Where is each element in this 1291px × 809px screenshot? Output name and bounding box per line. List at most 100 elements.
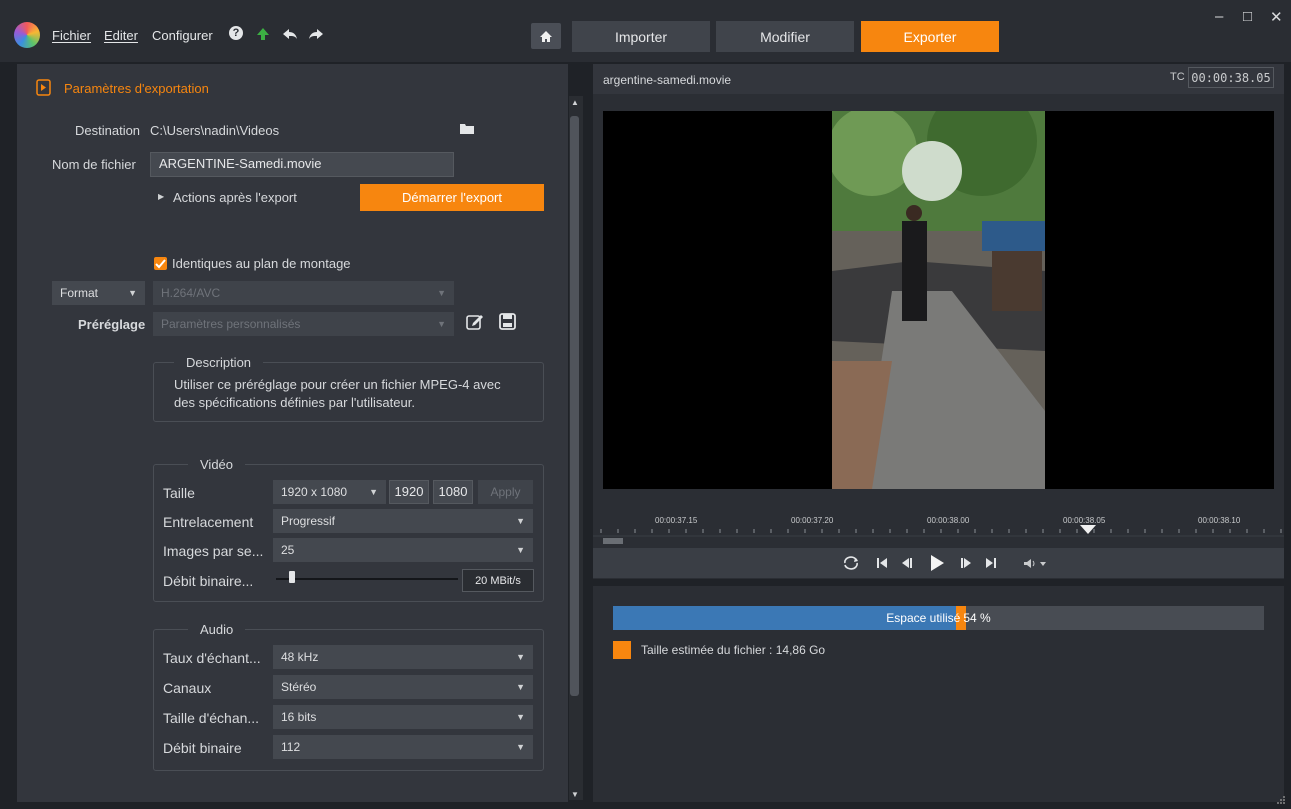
home-icon (540, 30, 552, 42)
channels-value: Stéréo (281, 680, 317, 694)
upload-arrow-icon[interactable] (256, 27, 270, 41)
playhead-marker-icon[interactable] (1080, 525, 1096, 534)
folder-icon[interactable] (460, 123, 474, 134)
filename-input[interactable]: ARGENTINE-Samedi.movie (150, 152, 454, 177)
app-logo-icon[interactable] (14, 22, 40, 48)
tab-exporter[interactable]: Exporter (861, 21, 999, 52)
go-to-end-icon[interactable] (985, 557, 997, 569)
format-label: Format (60, 286, 99, 300)
go-to-start-icon[interactable] (876, 557, 888, 569)
volume-icon[interactable] (1023, 558, 1047, 569)
description-text-2: des spécifications définies par l'utilis… (174, 395, 415, 410)
video-size-label: Taille (163, 485, 195, 501)
timeline-tick-label: 00:00:38.05 (1063, 516, 1106, 525)
codec-value: H.264/AVC (161, 286, 221, 300)
timeline-tick-label: 00:00:38.00 (927, 516, 970, 525)
estimate-legend-swatch (613, 641, 631, 659)
timeline-tick-label: 00:00:37.20 (791, 516, 834, 525)
chevron-down-icon: ▼ (516, 545, 525, 555)
video-bitrate-label: Débit binaire... (163, 573, 254, 589)
samplesize-dropdown[interactable]: 16 bits ▼ (273, 705, 533, 729)
apply-button[interactable]: Apply (478, 480, 533, 504)
start-export-button[interactable]: Démarrer l'export (360, 184, 544, 211)
chevron-down-icon: ▼ (516, 682, 525, 692)
samplerate-label: Taux d'échant... (163, 650, 261, 666)
audio-bitrate-dropdown[interactable]: 112 ▼ (273, 735, 533, 759)
home-button[interactable] (531, 23, 561, 49)
export-file-icon (36, 79, 51, 96)
menu-fichier[interactable]: Fichier (52, 28, 91, 43)
resize-grip-icon[interactable] (1276, 795, 1286, 805)
save-preset-icon[interactable] (499, 313, 516, 330)
audio-bitrate-label: Débit binaire (163, 740, 242, 756)
chevron-down-icon: ▼ (437, 288, 446, 298)
fps-value: 25 (281, 543, 295, 557)
destination-value: C:\Users\nadin\Videos (150, 123, 280, 138)
in-out-range-marker[interactable] (603, 538, 623, 544)
minimize-button[interactable]: – (1215, 8, 1223, 25)
timecode-field[interactable]: 00:00:38.05 (1188, 67, 1274, 88)
tab-importer[interactable]: Importer (572, 21, 710, 52)
estimated-size-label: Taille estimée du fichier : 14,86 Go (641, 643, 826, 657)
preset-dropdown[interactable]: Paramètres personnalisés ▼ (153, 312, 454, 336)
chevron-down-icon: ▼ (516, 516, 525, 526)
video-width-input[interactable]: 1920 (389, 480, 429, 504)
bitrate-slider-thumb[interactable] (289, 571, 295, 583)
chevron-down-icon: ▼ (128, 288, 137, 298)
fps-label: Images par se... (163, 543, 264, 559)
description-text-1: Utiliser ce préréglage pour créer un fic… (174, 377, 501, 392)
description-groupbox (153, 362, 544, 422)
video-height-input[interactable]: 1080 (433, 480, 473, 504)
preset-value: Paramètres personnalisés (161, 317, 301, 331)
storage-bar-label: Espace utilisé 54 % (613, 606, 1264, 630)
play-icon[interactable] (928, 554, 946, 572)
channels-label: Canaux (163, 680, 212, 696)
channels-dropdown[interactable]: Stéréo ▼ (273, 675, 533, 699)
close-button[interactable]: ✕ (1270, 8, 1283, 26)
next-frame-icon[interactable] (961, 557, 973, 569)
same-as-timeline-label: Identiques au plan de montage (172, 256, 351, 271)
expand-arrow-icon[interactable]: ▶ (158, 192, 164, 201)
video-size-dropdown[interactable]: 1920 x 1080 ▼ (273, 480, 386, 504)
format-dropdown[interactable]: Format ▼ (52, 281, 145, 305)
scrollbar-thumb[interactable] (570, 116, 579, 696)
codec-dropdown[interactable]: H.264/AVC ▼ (153, 281, 454, 305)
scroll-down-icon[interactable]: ▼ (571, 790, 579, 799)
chevron-down-icon: ▼ (516, 742, 525, 752)
loop-icon[interactable] (842, 556, 860, 570)
interlace-label: Entrelacement (163, 514, 254, 530)
menu-editer[interactable]: Editer (104, 28, 138, 43)
help-icon[interactable]: ? (229, 26, 243, 40)
redo-icon[interactable] (308, 28, 324, 40)
video-frame (832, 111, 1045, 489)
samplerate-dropdown[interactable]: 48 kHz ▼ (273, 645, 533, 669)
undo-icon[interactable] (282, 28, 298, 40)
video-frame-image (832, 111, 1045, 489)
interlace-dropdown[interactable]: Progressif ▼ (273, 509, 533, 533)
storage-used-percent: 54 % (963, 611, 991, 625)
actions-after-export[interactable]: Actions après l'export (173, 190, 297, 205)
chevron-down-icon: ▼ (516, 652, 525, 662)
samplerate-value: 48 kHz (281, 650, 319, 664)
tab-modifier[interactable]: Modifier (716, 21, 854, 52)
filename-label: Nom de fichier (52, 157, 136, 172)
samplesize-value: 16 bits (281, 710, 317, 724)
fps-dropdown[interactable]: 25 ▼ (273, 538, 533, 562)
same-as-timeline-checkbox[interactable] (154, 257, 167, 270)
storage-used-label: Espace utilisé (886, 611, 961, 625)
maximize-button[interactable]: □ (1243, 8, 1252, 25)
chevron-down-icon: ▼ (369, 487, 378, 497)
video-legend: Vidéo (188, 457, 246, 472)
bitrate-slider-track[interactable] (276, 578, 458, 580)
video-size-value: 1920 x 1080 (281, 485, 348, 499)
menu-configurer[interactable]: Configurer (152, 28, 213, 43)
chevron-down-icon: ▼ (437, 319, 446, 329)
scroll-up-icon[interactable]: ▲ (571, 98, 579, 107)
interlace-value: Progressif (281, 514, 336, 528)
timeline-tick-label: 00:00:37.15 (655, 516, 698, 525)
preview-filename: argentine-samedi.movie (603, 73, 732, 87)
checkmark-icon (155, 259, 166, 269)
previous-frame-icon[interactable] (900, 557, 912, 569)
edit-preset-icon[interactable] (466, 313, 484, 330)
bitrate-value-box[interactable]: 20 MBit/s (462, 569, 534, 592)
